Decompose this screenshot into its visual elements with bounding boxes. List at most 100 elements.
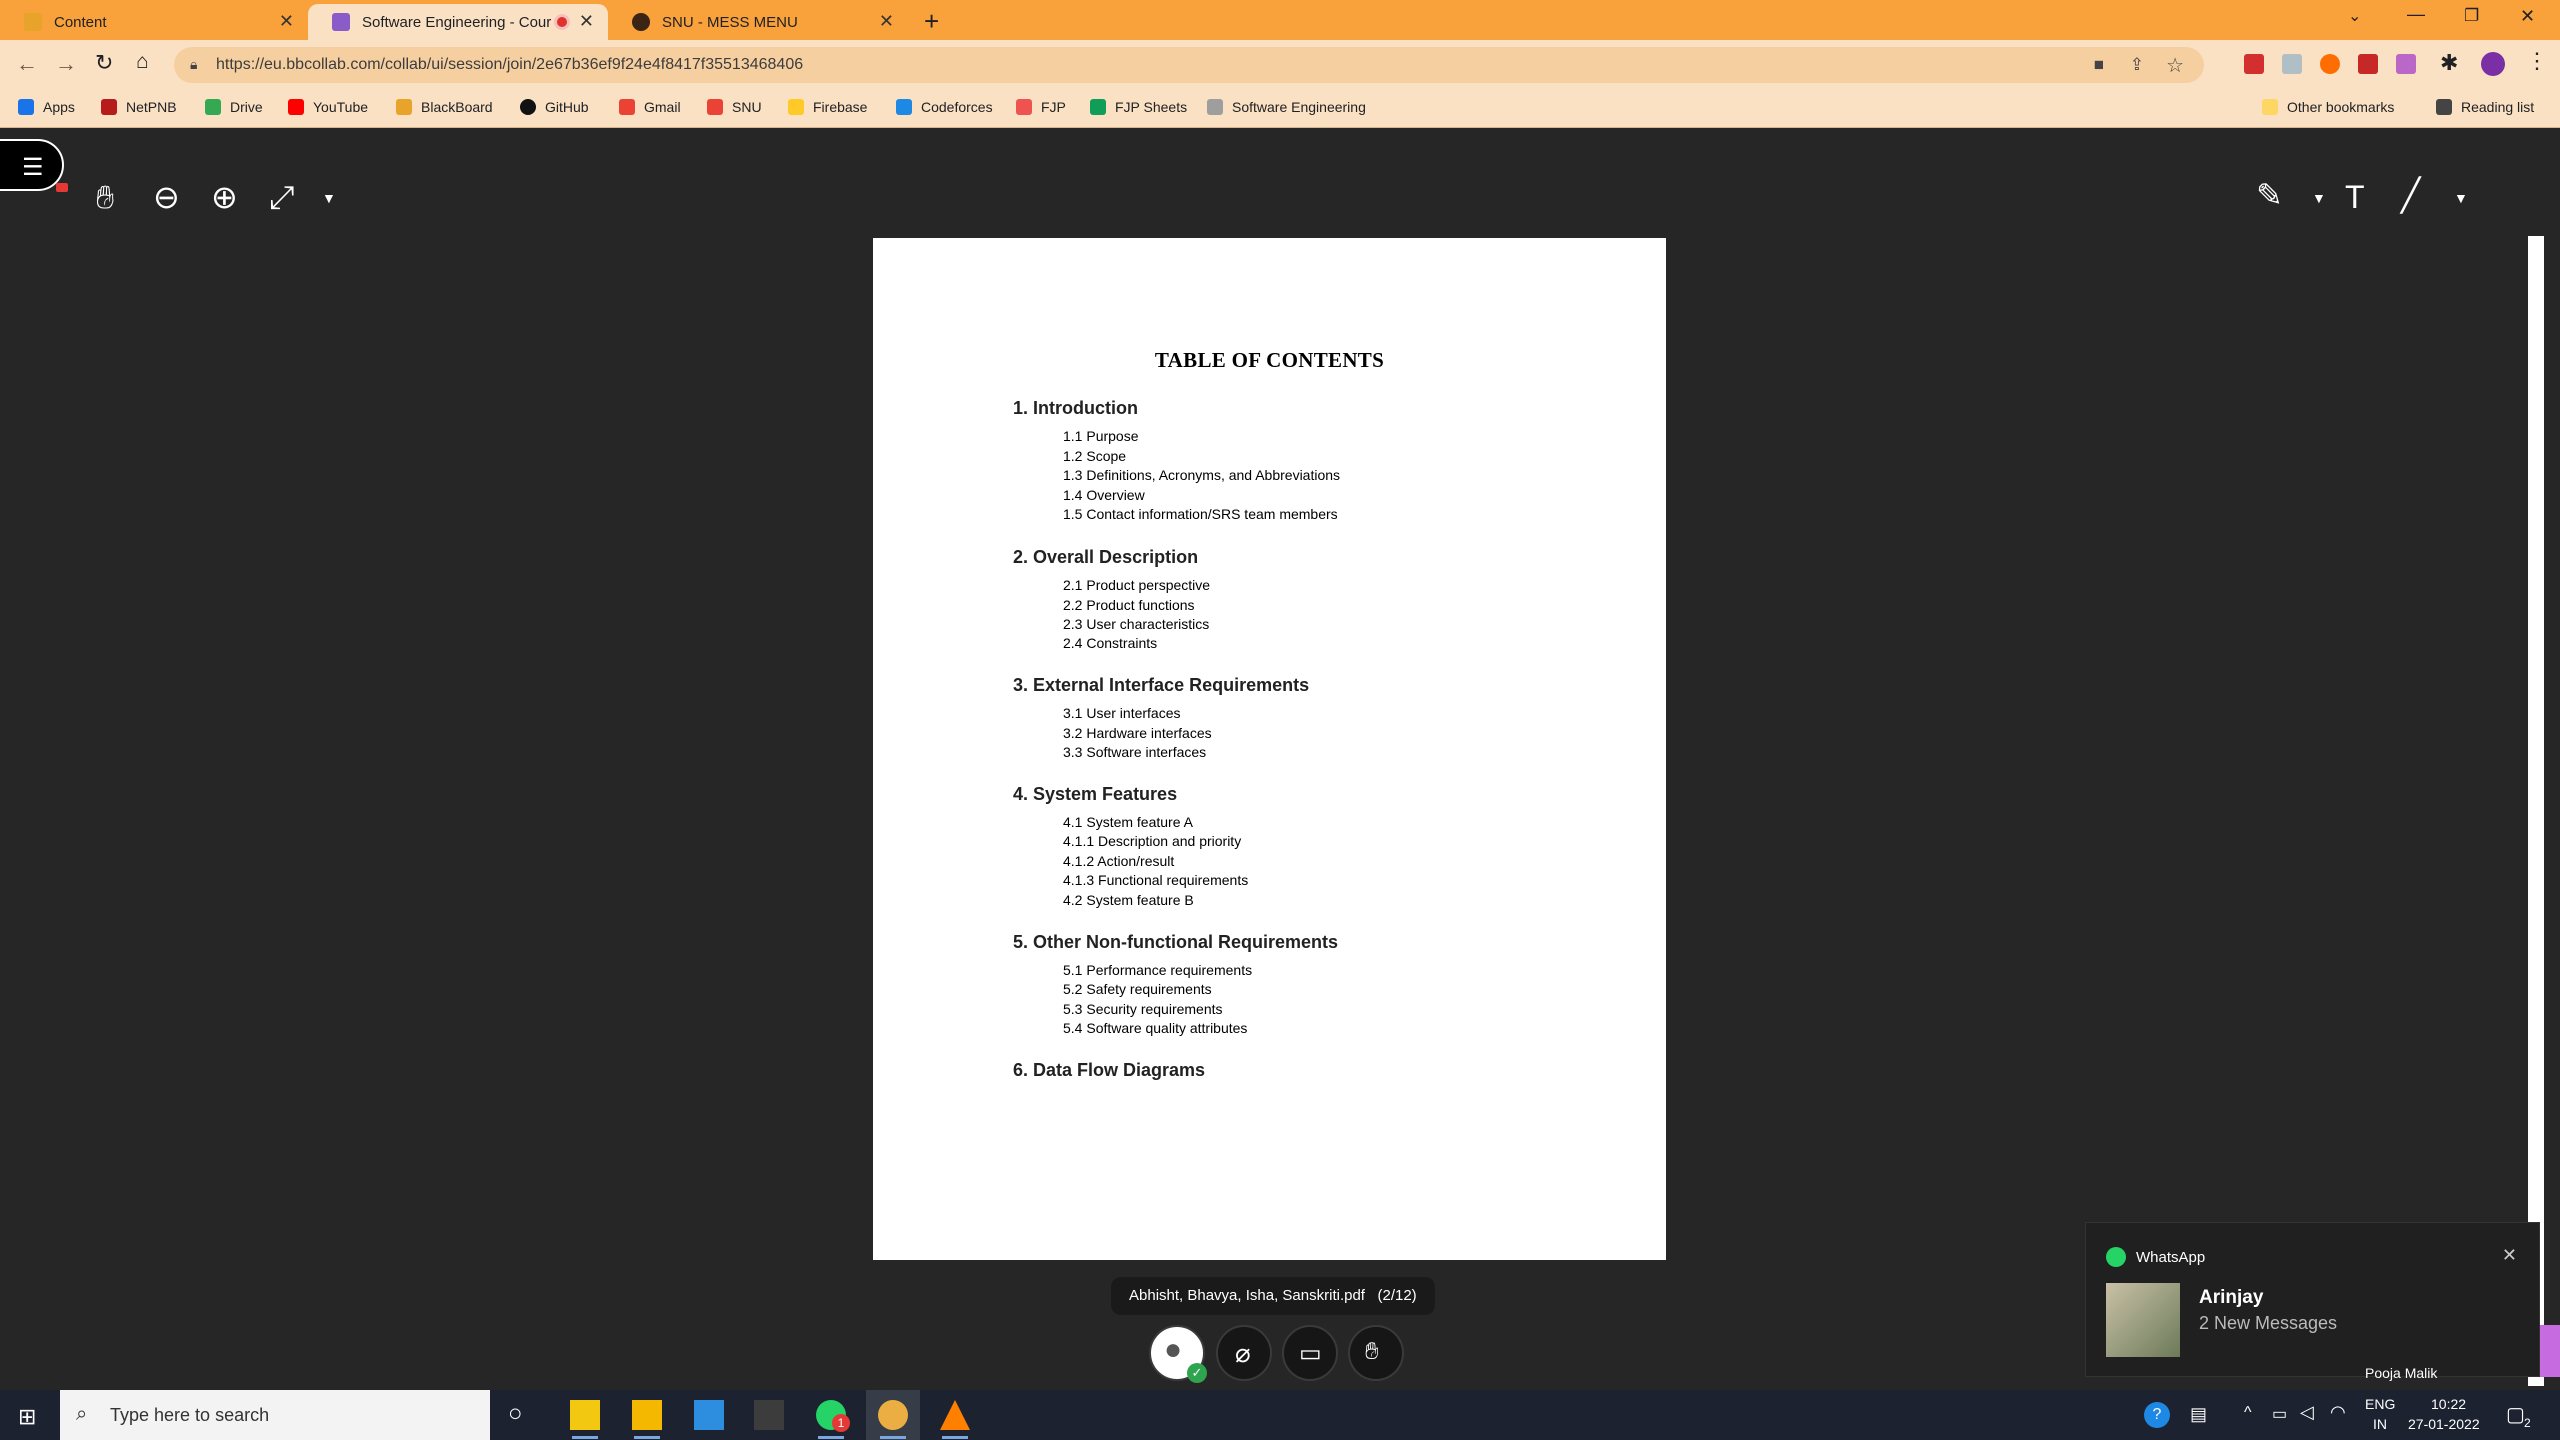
vlc-icon[interactable]: [940, 1400, 970, 1430]
extension-icon[interactable]: [2358, 54, 2378, 74]
speaker-icon[interactable]: ◁: [2300, 1402, 2314, 1423]
extension-icon[interactable]: [2320, 54, 2340, 74]
language-label[interactable]: ENG: [2365, 1396, 2395, 1412]
codeforces-icon: [896, 99, 912, 115]
reading-list-icon: [2436, 99, 2452, 115]
chevron-down-icon[interactable]: ▼: [2454, 191, 2468, 205]
bookmark-fjp[interactable]: FJP: [1016, 99, 1066, 115]
chevron-down-icon[interactable]: ▼: [2312, 191, 2326, 205]
bookmark-drive[interactable]: Drive: [205, 99, 263, 115]
camera-icon[interactable]: ■: [2094, 55, 2104, 75]
reload-icon[interactable]: ↻: [95, 50, 113, 76]
bookmark-codeforces[interactable]: Codeforces: [896, 99, 993, 115]
chevron-up-icon[interactable]: ^: [2244, 1404, 2252, 1422]
whatsapp-icon[interactable]: 1: [816, 1400, 850, 1432]
bookmark-netpnb[interactable]: NetPNB: [101, 99, 177, 115]
vscode-icon[interactable]: [694, 1400, 724, 1430]
camera-off-icon: ▭: [1299, 1340, 1322, 1367]
microphone-button[interactable]: ⌀: [1216, 1325, 1272, 1381]
tab-label: Software Engineering - Cour: [362, 13, 552, 31]
bookmark-gmail[interactable]: Gmail: [619, 99, 681, 115]
other-bookmarks[interactable]: Other bookmarks: [2262, 99, 2394, 115]
whatsapp-notification[interactable]: WhatsApp ✕ Arinjay 2 New Messages: [2085, 1222, 2540, 1377]
pen-icon[interactable]: ✎: [2256, 179, 2283, 211]
bookmark-youtube[interactable]: YouTube: [288, 99, 368, 115]
cortana-icon[interactable]: ○: [508, 1400, 523, 1428]
toc-item: 1.1 Purpose: [1063, 428, 1139, 444]
pencil-icon: [24, 13, 42, 31]
url-text[interactable]: https://eu.bbcollab.com/collab/ui/sessio…: [216, 56, 803, 74]
profile-button[interactable]: ● ✓: [1149, 1325, 1207, 1383]
sheets-icon: [1090, 99, 1106, 115]
tab-content[interactable]: Content ✕: [0, 4, 308, 40]
extension-icon[interactable]: [2396, 54, 2416, 74]
bookmark-github[interactable]: GitHub: [520, 99, 589, 115]
extension-icon[interactable]: [2244, 54, 2264, 74]
minimize-icon[interactable]: —: [2407, 4, 2425, 25]
windows-start-icon[interactable]: ⊞: [18, 1404, 36, 1430]
bookmark-firebase[interactable]: Firebase: [788, 99, 867, 115]
toc-item: 5.3 Security requirements: [1063, 1001, 1223, 1017]
page-indicator: (2/12): [1377, 1287, 1417, 1304]
fit-page-icon[interactable]: ⤢: [269, 181, 295, 213]
bookmark-software-engineering[interactable]: Software Engineering: [1207, 99, 1366, 115]
scrollbar[interactable]: [2528, 236, 2544, 1386]
bookmark-apps[interactable]: Apps: [18, 99, 75, 115]
line-tool-icon[interactable]: ╱: [2401, 179, 2420, 211]
keyboard-icon[interactable]: ▤: [2190, 1404, 2207, 1425]
back-icon[interactable]: ←: [16, 51, 38, 77]
session-menu-button[interactable]: ☰: [0, 139, 68, 192]
zoom-in-icon[interactable]: ⊕: [211, 181, 238, 213]
bookmark-blackboard[interactable]: BlackBoard: [396, 99, 493, 115]
puzzle-icon[interactable]: ✱: [2440, 50, 2458, 76]
toc-item: 1.4 Overview: [1063, 487, 1145, 503]
battery-icon[interactable]: ▭: [2272, 1404, 2287, 1424]
pan-hand-icon[interactable]: ✋︎: [96, 181, 114, 213]
chevron-down-icon[interactable]: ▼: [322, 191, 336, 205]
bookmark-fjp-sheets[interactable]: FJP Sheets: [1090, 99, 1187, 115]
camera-button[interactable]: ▭: [1282, 1325, 1338, 1381]
running-indicator: [572, 1436, 598, 1439]
window-close-icon[interactable]: ✕: [2520, 6, 2535, 27]
firebase-icon: [788, 99, 804, 115]
forward-icon[interactable]: →: [55, 51, 77, 77]
avatar[interactable]: [2481, 52, 2505, 76]
text-tool-icon[interactable]: T: [2345, 181, 2365, 213]
close-icon[interactable]: ✕: [2502, 1245, 2517, 1266]
git-icon[interactable]: [754, 1400, 784, 1430]
zoom-out-icon[interactable]: ⊖: [153, 181, 180, 213]
browser-tab-bar: Content ✕ Software Engineering - Cour ✕ …: [0, 0, 2560, 40]
side-panel-handle[interactable]: [2540, 1325, 2560, 1377]
omnibox[interactable]: 🔒︎ https://eu.bbcollab.com/collab/ui/ses…: [174, 47, 2204, 83]
clock-time[interactable]: 10:22: [2431, 1396, 2466, 1412]
restore-icon[interactable]: ❐: [2464, 6, 2479, 26]
close-icon[interactable]: ✕: [879, 11, 894, 32]
wifi-icon[interactable]: ◠: [2330, 1402, 2346, 1423]
new-tab-button[interactable]: +: [924, 6, 939, 37]
whatsapp-icon: [2106, 1247, 2126, 1267]
extension-icon[interactable]: [2282, 54, 2302, 74]
close-icon[interactable]: ✕: [279, 11, 294, 32]
search-box[interactable]: ⌕ Type here to search: [60, 1390, 490, 1440]
share-icon[interactable]: ⇪: [2130, 55, 2144, 75]
toc-heading: 3. External Interface Requirements: [1013, 675, 1310, 695]
toc-item: 2.2 Product functions: [1063, 597, 1195, 613]
tab-software-engineering[interactable]: Software Engineering - Cour ✕: [308, 4, 608, 40]
home-icon[interactable]: ⌂: [136, 50, 149, 74]
raise-hand-button[interactable]: ✋︎: [1348, 1325, 1404, 1381]
reading-list[interactable]: Reading list: [2436, 99, 2534, 115]
tab-mess-menu[interactable]: SNU - MESS MENU ✕: [608, 4, 908, 40]
chrome-active-highlight: [866, 1390, 920, 1440]
sticky-notes-icon[interactable]: [570, 1400, 600, 1430]
toc-item: 4.1 System feature A: [1063, 814, 1193, 830]
help-icon[interactable]: ?: [2144, 1402, 2170, 1428]
bookmark-star-icon[interactable]: ☆: [2166, 53, 2184, 78]
address-bar-row: ← → ↻ ⌂ 🔒︎ https://eu.bbcollab.com/colla…: [0, 40, 2560, 90]
menu-icon[interactable]: ⋮: [2526, 48, 2548, 74]
bookmark-snu[interactable]: SNU: [707, 99, 762, 115]
close-icon[interactable]: ✕: [579, 11, 594, 32]
file-explorer-icon[interactable]: [632, 1400, 662, 1430]
check-icon: ✓: [1187, 1363, 1207, 1383]
notification-center-icon[interactable]: ▢: [2506, 1402, 2525, 1427]
tab-search-icon[interactable]: ⌄: [2348, 6, 2361, 26]
